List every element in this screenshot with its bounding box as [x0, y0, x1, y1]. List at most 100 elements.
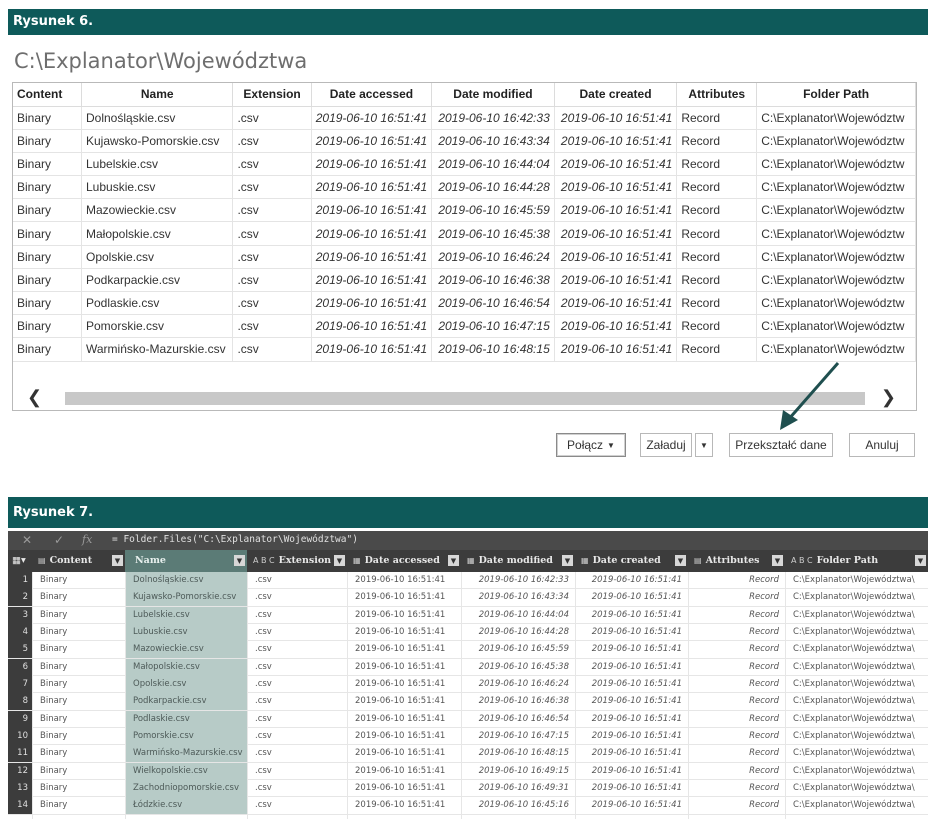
table-cell: Binary: [40, 696, 68, 707]
table-row[interactable]: Binary Podlaskie.csv .csv 2019-06-10 16:51:…: [13, 290, 916, 316]
row-number[interactable]: 5: [8, 641, 32, 659]
column-header[interactable]: Extension: [232, 83, 312, 107]
column-header[interactable]: ▤ Attributes ▼: [688, 550, 785, 572]
table-cell: 2019-06-10 16:45:16: [478, 800, 569, 811]
table-cell: 2019-06-10 16:51:41: [355, 731, 446, 742]
filter-dropdown-icon[interactable]: ▼: [562, 555, 573, 566]
table-cell: Binary: [13, 198, 82, 223]
table-row[interactable]: Binary Lubelskie.csv .csv 2019-06-10 16:51:…: [13, 151, 916, 177]
column-header[interactable]: A B C Extension ▼: [247, 550, 347, 572]
row-number[interactable]: 1: [8, 572, 32, 589]
grid-line: [32, 572, 33, 819]
column-header[interactable]: Folder Path: [756, 83, 916, 107]
table-cell: C:\Explanator\Województwa\: [793, 679, 915, 690]
formula-text[interactable]: = Folder.Files("C:\Explanator\Województw…: [112, 534, 358, 545]
filter-dropdown-icon[interactable]: ▼: [772, 555, 783, 566]
row-number[interactable]: 3: [8, 606, 32, 624]
column-header[interactable]: Attributes: [676, 83, 758, 107]
table-row[interactable]: Binary Opolskie.csv .csv 2019-06-10 16:51:4…: [13, 244, 916, 269]
table-row[interactable]: Binary Pomorskie.csv .csv 2019-06-10 16:51:…: [13, 314, 916, 339]
column-header[interactable]: Date modified: [431, 83, 555, 107]
row-number[interactable]: 2: [8, 589, 32, 607]
filter-dropdown-icon[interactable]: ▼: [915, 555, 926, 566]
table-row[interactable]: 14 Binary Łódzkie.csv .csv 2019-06-10 16:51:…: [8, 797, 928, 815]
row-number[interactable]: 11: [8, 745, 32, 763]
column-header[interactable]: ▦ Date modified ▼: [461, 550, 575, 572]
table-row[interactable]: Binary Podkarpackie.csv .csv 2019-06-10 16:…: [13, 267, 916, 293]
column-header[interactable]: ▦ Date created ▼: [575, 550, 688, 572]
fx-icon[interactable]: fx: [82, 533, 92, 546]
table-cell: Record: [749, 748, 779, 759]
formula-bar[interactable]: ✕ ✓ fx = Folder.Files("C:\Explanator\Woj…: [8, 531, 928, 550]
table-cell: Binary: [13, 314, 82, 339]
table-cell: 2019-06-10 16:51:41: [553, 105, 678, 130]
table-cell: Binary: [40, 783, 68, 794]
filter-dropdown-icon[interactable]: ▼: [234, 555, 245, 566]
row-number[interactable]: 8: [8, 693, 32, 711]
table-row[interactable]: 5 Binary Mazowieckie.csv .csv 2019-06-10 16:…: [8, 641, 928, 659]
row-number[interactable]: 7: [8, 676, 32, 694]
table-cell: Binary: [40, 713, 68, 724]
table-row[interactable]: Binary Małopolskie.csv .csv 2019-06-10 16:5…: [13, 221, 916, 246]
table-cell: Warmińsko-Mazurskie.csv: [125, 745, 247, 763]
row-number[interactable]: 4: [8, 624, 32, 642]
polacz-button[interactable]: Połącz ▼: [556, 433, 626, 457]
row-number[interactable]: 6: [8, 658, 32, 676]
table-cell: .csv: [255, 800, 272, 811]
table-row[interactable]: Binary Mazowieckie.csv .csv 2019-06-10 16:5…: [13, 198, 916, 223]
row-number[interactable]: 9: [8, 710, 32, 728]
table-row[interactable]: 11 Binary Warmińsko-Mazurskie.csv .csv 2019-…: [8, 745, 928, 763]
column-header[interactable]: Name ▼: [125, 550, 247, 572]
column-header[interactable]: ▤ Content ▼: [32, 550, 125, 572]
table-row[interactable]: 6 Binary Małopolskie.csv .csv 2019-06-10 16:…: [8, 658, 928, 677]
table-row[interactable]: 10 Binary Pomorskie.csv .csv 2019-06-10 16:5…: [8, 728, 928, 746]
column-header[interactable]: ▦ Date accessed ▼: [347, 550, 461, 572]
table-row[interactable]: Binary Kujawsko-Pomorskie.csv .csv 2019-06-…: [13, 128, 916, 153]
table-row[interactable]: 13 Binary Zachodniopomorskie.csv .csv 2019-0…: [8, 780, 928, 798]
row-number[interactable]: 12: [8, 762, 32, 780]
filter-dropdown-icon[interactable]: ▼: [334, 555, 345, 566]
table-cell: Record: [676, 151, 758, 177]
table-cell: 2019-06-10 16:51:41: [553, 198, 678, 223]
table-row[interactable]: 2 Binary Kujawsko-Pomorskie.csv .csv 2019-06…: [8, 589, 928, 607]
table-cell: Lubuskie.csv: [125, 624, 247, 642]
filter-dropdown-icon[interactable]: ▼: [675, 555, 686, 566]
scrollbar-thumb[interactable]: [65, 392, 865, 405]
table-cell: Record: [749, 679, 779, 690]
table-cell: 2019-06-10 16:51:41: [591, 609, 682, 620]
zaladuj-button[interactable]: Załaduj: [640, 433, 692, 457]
polacz-label: Połącz: [567, 438, 604, 452]
table-row[interactable]: 4 Binary Lubuskie.csv .csv 2019-06-10 16:51:…: [8, 624, 928, 642]
table-cell: .csv: [255, 592, 272, 603]
table-row[interactable]: 1 Binary Dolnośląskie.csv .csv 2019-06-10 16…: [8, 572, 928, 590]
table-cell: 2019-06-10 16:51:41: [355, 765, 446, 776]
zaladuj-dropdown-button[interactable]: ▼: [695, 433, 713, 457]
column-header[interactable]: Date accessed: [310, 83, 433, 107]
column-header[interactable]: Date created: [553, 83, 678, 107]
przeksztalc-dane-button[interactable]: Przekształć dane: [729, 433, 833, 457]
anuluj-button[interactable]: Anuluj: [849, 433, 915, 457]
scroll-right-icon[interactable]: ❯: [881, 387, 896, 408]
table-row[interactable]: Binary Dolnośląskie.csv .csv 2019-06-10 16:…: [13, 105, 916, 130]
row-number[interactable]: 13: [8, 780, 32, 798]
folder-path-title: C:\Explanator\Województwa: [14, 49, 308, 73]
column-header[interactable]: A B C Folder Path ▼: [785, 550, 928, 572]
table-row[interactable]: 3 Binary Lubelskie.csv .csv 2019-06-10 16:51…: [8, 606, 928, 625]
table-cell: Mazowieckie.csv: [125, 641, 247, 659]
table-cell: 2019-06-10 16:51:41: [553, 267, 678, 293]
row-number[interactable]: 14: [8, 797, 32, 815]
table-row[interactable]: 8 Binary Podkarpackie.csv .csv 2019-06-10 16…: [8, 693, 928, 711]
filter-dropdown-icon[interactable]: ▼: [112, 555, 123, 566]
confirm-formula-icon[interactable]: ✓: [54, 533, 64, 547]
table-menu-icon[interactable]: ▦▾: [12, 550, 30, 572]
table-row[interactable]: 12 Binary Wielkopolskie.csv .csv 2019-06-10 …: [8, 762, 928, 781]
table-row[interactable]: 7 Binary Opolskie.csv .csv 2019-06-10 16:51:…: [8, 676, 928, 694]
filter-dropdown-icon[interactable]: ▼: [448, 555, 459, 566]
cancel-formula-icon[interactable]: ✕: [22, 533, 32, 547]
column-header[interactable]: Name: [80, 83, 234, 107]
column-header[interactable]: Content: [13, 83, 82, 107]
row-number[interactable]: 10: [8, 728, 32, 746]
scroll-left-icon[interactable]: ❮: [27, 387, 42, 408]
table-row[interactable]: Binary Lubuskie.csv .csv 2019-06-10 16:51:4…: [13, 175, 916, 200]
table-row[interactable]: 9 Binary Podlaskie.csv .csv 2019-06-10 16:51…: [8, 710, 928, 729]
